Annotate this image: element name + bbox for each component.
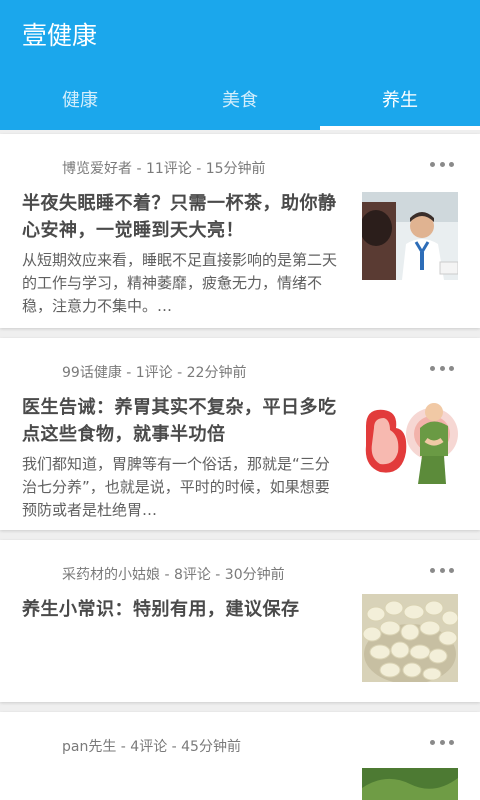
article-thumbnail[interactable] — [362, 396, 458, 484]
app-title: 壹健康 — [22, 21, 98, 50]
more-dots-icon[interactable] — [430, 160, 454, 168]
article-title[interactable]: 养生小常识：特别有用，建议保存 — [22, 596, 344, 623]
more-dots-icon[interactable] — [430, 364, 454, 372]
more-dots-icon[interactable] — [430, 738, 454, 746]
article-card[interactable]: 99话健康 - 1评论 - 22分钟前 医生告诫：养胃其实不复杂，平日多吃点这些… — [0, 338, 480, 530]
article-meta: 博览爱好者 - 11评论 - 15分钟前 — [62, 161, 266, 177]
article-meta: 99话健康 - 1评论 - 22分钟前 — [62, 365, 247, 381]
article-thumbnail[interactable] — [362, 768, 458, 800]
tab-food[interactable]: 美食 — [160, 80, 320, 126]
article-thumbnail[interactable] — [362, 594, 458, 682]
more-dots-icon[interactable] — [430, 566, 454, 574]
article-card[interactable]: pan先生 - 4评论 - 45分钟前 — [0, 712, 480, 800]
article-meta: 采药材的小姑娘 - 8评论 - 30分钟前 — [62, 567, 285, 583]
app-header: 壹健康 健康 美食 养生 — [0, 0, 480, 130]
tab-wellness[interactable]: 养生 — [320, 80, 480, 130]
article-feed[interactable]: 博览爱好者 - 11评论 - 15分钟前 半夜失眠睡不着？只需一杯茶，助你静心安… — [0, 130, 480, 800]
article-summary: 从短期效应来看，睡眠不足直接影响的是第二天的工作与学习，精神萎靡，疲惫无力，情绪… — [22, 251, 338, 315]
article-title[interactable]: 医生告诫：养胃其实不复杂，平日多吃点这些食物，就事半功倍 — [22, 394, 344, 448]
article-meta: pan先生 - 4评论 - 45分钟前 — [62, 739, 241, 755]
article-summary: 我们都知道，胃脾等有一个俗话，那就是“三分治七分养”，也就是说，平时的时候，如果… — [22, 455, 330, 519]
tab-health[interactable]: 健康 — [0, 80, 160, 126]
article-card[interactable]: 采药材的小姑娘 - 8评论 - 30分钟前 养生小常识：特别有用，建议保存 — [0, 540, 480, 702]
tab-bar: 健康 美食 养生 — [0, 80, 480, 130]
article-thumbnail[interactable] — [362, 192, 458, 280]
article-title[interactable]: 半夜失眠睡不着？只需一杯茶，助你静心安神，一觉睡到天大亮！ — [22, 190, 344, 244]
article-card[interactable]: 博览爱好者 - 11评论 - 15分钟前 半夜失眠睡不着？只需一杯茶，助你静心安… — [0, 134, 480, 328]
